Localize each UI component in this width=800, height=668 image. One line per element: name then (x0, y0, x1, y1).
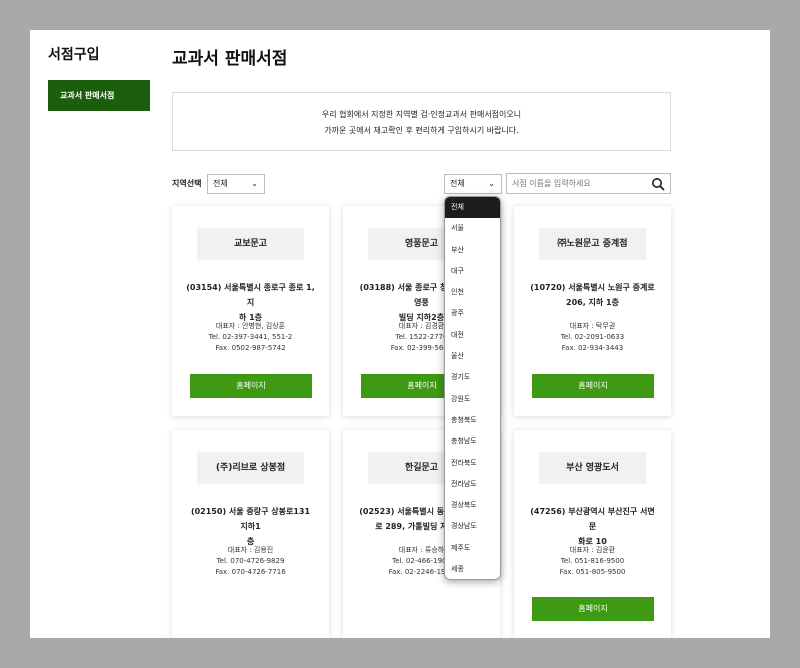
dropdown-option[interactable]: 제주도 (445, 538, 500, 559)
dropdown-option[interactable]: 충청남도 (445, 431, 500, 452)
dropdown-option[interactable]: 전라북도 (445, 453, 500, 474)
notice-line-1: 우리 협회에서 지정한 지역별 검·인정교과서 판매서점이오니 (321, 110, 522, 119)
store-representative: 대표자 : 탁무권 (569, 322, 616, 330)
dropdown-option[interactable]: 전라남도 (445, 474, 500, 495)
homepage-button[interactable]: 홈페이지 (532, 374, 654, 398)
region-select[interactable]: 전체 ⌄ (207, 174, 265, 194)
store-fax: Fax. 02-934-3443 (561, 344, 624, 352)
dropdown-option[interactable]: 광주 (445, 303, 500, 324)
region-label: 지역선택 (172, 179, 202, 188)
dropdown-option[interactable]: 경상남도 (445, 516, 500, 537)
chevron-down-icon: ⌄ (488, 179, 495, 188)
notice-box: 우리 협회에서 지정한 지역별 검·인정교과서 판매서점이오니 가까운 곳에서 … (172, 92, 671, 151)
city-select[interactable]: 전체 ⌄ (444, 174, 502, 194)
store-card: ㈜노원문고 중계점 (10720) 서울특별시 노원구 중계로 206, 지하 1… (514, 206, 671, 416)
store-fax: Fax. 070-4726-7716 (215, 568, 286, 576)
page-container: 서점구입 교과서 판매서점 교과서 판매서점 우리 협회에서 지정한 지역별 검… (30, 30, 770, 638)
sidebar-item-bookstores[interactable]: 교과서 판매서점 (48, 80, 150, 111)
store-address: (03154) 서울특별시 종로구 종로 1, 지하 1층 (186, 283, 315, 322)
dropdown-option[interactable]: 울산 (445, 346, 500, 367)
store-name: 부산 영광도서 (539, 452, 646, 484)
dropdown-option[interactable]: 인천 (445, 282, 500, 303)
search-input[interactable] (506, 173, 671, 194)
dropdown-option[interactable]: 충청북도 (445, 410, 500, 431)
store-tel: Tel. 02-2091-0633 (560, 333, 625, 341)
city-select-value: 전체 (450, 179, 465, 188)
dropdown-option[interactable]: 전체 (445, 197, 500, 219)
store-card: (주)리브로 상봉점 (02150) 서울 중랑구 상봉로131 지하1 층 대표… (172, 430, 329, 638)
store-fax: Fax. 0502-987-5742 (215, 344, 286, 352)
store-address: (02150) 서울 중랑구 상봉로131 지하1 층 (190, 507, 311, 546)
dropdown-option[interactable]: 세종 (445, 559, 500, 579)
store-tel: Tel. 02-397-3441, 551-2 (208, 333, 293, 341)
notice-line-2: 가까운 곳에서 재고확인 후 편리하게 구입하시기 바랍니다. (324, 126, 519, 135)
store-address: (47256) 부산광역시 부산진구 서면문 화로 10 (530, 507, 655, 546)
store-tel: Tel. 070-4726-9829 (216, 557, 285, 565)
store-name: 교보문고 (197, 228, 304, 260)
store-fax: Fax. 051-805-9500 (559, 568, 626, 576)
dropdown-option[interactable]: 부산 (445, 240, 500, 261)
store-tel: Tel. 051-816-9500 (560, 557, 625, 565)
store-card: 교보문고 (03154) 서울특별시 종로구 종로 1, 지하 1층 대표자 :… (172, 206, 329, 416)
dropdown-option[interactable]: 서울 (445, 218, 500, 239)
store-card: 부산 영광도서 (47256) 부산광역시 부산진구 서면문 화로 10 대표자 … (514, 430, 671, 638)
dropdown-option[interactable]: 경상북도 (445, 495, 500, 516)
city-dropdown-list: 전체 서울 부산 대구 인천 광주 대전 울산 경기도 강원도 충청북도 충청남… (444, 196, 501, 580)
dropdown-option[interactable]: 대전 (445, 325, 500, 346)
page-title: 교과서 판매서점 (172, 49, 288, 69)
store-name: (주)리브로 상봉점 (197, 452, 304, 484)
store-representative: 대표자 : 김용진 (227, 546, 274, 554)
dropdown-option[interactable]: 경기도 (445, 367, 500, 388)
dropdown-option[interactable]: 강원도 (445, 389, 500, 410)
chevron-down-icon: ⌄ (251, 179, 258, 188)
store-name: ㈜노원문고 중계점 (539, 228, 646, 260)
store-representative: 대표자 : 안병현, 김상훈 (215, 322, 286, 330)
sidebar-title: 서점구입 (48, 47, 100, 63)
homepage-button[interactable]: 홈페이지 (190, 374, 312, 398)
region-select-value: 전체 (213, 179, 228, 188)
dropdown-option[interactable]: 대구 (445, 261, 500, 282)
search-icon[interactable] (651, 177, 665, 191)
store-address: (10720) 서울특별시 노원구 중계로 206, 지하 1층 (530, 283, 655, 307)
homepage-button[interactable]: 홈페이지 (532, 597, 654, 621)
store-representative: 대표자 : 김윤환 (569, 546, 616, 554)
